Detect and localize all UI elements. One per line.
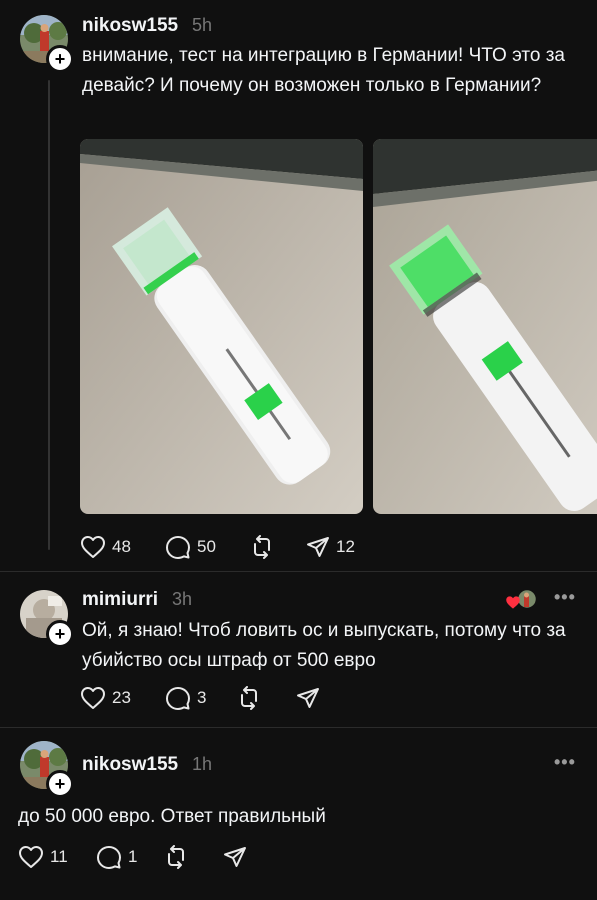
more-options-button[interactable]: ••• [554, 752, 576, 773]
red-heart-icon [506, 596, 520, 609]
post-text: до 50 000 евро. Ответ правильный [18, 806, 326, 827]
post-image[interactable] [80, 139, 363, 514]
like-button[interactable]: 23 [80, 686, 131, 710]
share-button[interactable] [223, 845, 247, 869]
comment-icon [166, 687, 190, 710]
divider [0, 727, 597, 728]
divider [0, 571, 597, 572]
like-count: 11 [50, 847, 68, 866]
more-options-button[interactable]: ••• [554, 587, 576, 608]
post-text: внимание, тест на интеграцию в Германии!… [82, 45, 565, 96]
follow-plus-button[interactable]: + [46, 45, 74, 73]
comment-button[interactable]: 3 [165, 686, 206, 710]
repost-button[interactable] [164, 845, 188, 869]
repost-icon [254, 535, 270, 559]
heart-icon [81, 536, 105, 558]
post-image[interactable] [373, 139, 597, 514]
share-button[interactable] [296, 686, 320, 710]
username[interactable]: nikosw155 [82, 754, 178, 776]
like-count: 23 [112, 688, 131, 707]
send-icon [297, 688, 319, 708]
timestamp: 1h [192, 754, 213, 774]
comment-count: 1 [128, 847, 138, 866]
heart-icon [19, 846, 43, 868]
comment-button[interactable]: 1 [96, 845, 137, 869]
comment-icon [97, 846, 121, 869]
share-button[interactable]: 12 [306, 535, 355, 559]
comment-count: 50 [197, 537, 216, 556]
send-icon [307, 537, 329, 557]
follow-plus-button[interactable]: + [46, 770, 74, 798]
comment-icon [166, 536, 190, 559]
like-count: 48 [112, 537, 131, 556]
follow-plus-button[interactable]: + [46, 620, 74, 648]
like-button[interactable]: 48 [80, 535, 131, 559]
heart-icon [81, 687, 105, 709]
repost-button[interactable] [237, 686, 261, 710]
comment-count: 3 [197, 688, 207, 707]
thread-line [48, 80, 50, 550]
username[interactable]: nikosw155 [82, 15, 178, 37]
like-button[interactable]: 11 [18, 845, 68, 869]
share-count: 12 [336, 537, 355, 556]
comment-button[interactable]: 50 [165, 535, 216, 559]
send-icon [224, 847, 246, 867]
repost-icon [241, 686, 257, 710]
repost-button[interactable] [250, 535, 274, 559]
liked-by-badge[interactable] [505, 588, 539, 612]
timestamp: 5h [192, 15, 213, 35]
repost-icon [168, 845, 184, 869]
timestamp: 3h [172, 589, 193, 609]
post-text: Ой, я знаю! Чтоб ловить ос и выпускать, … [82, 620, 566, 671]
username[interactable]: mimiurri [82, 589, 158, 611]
